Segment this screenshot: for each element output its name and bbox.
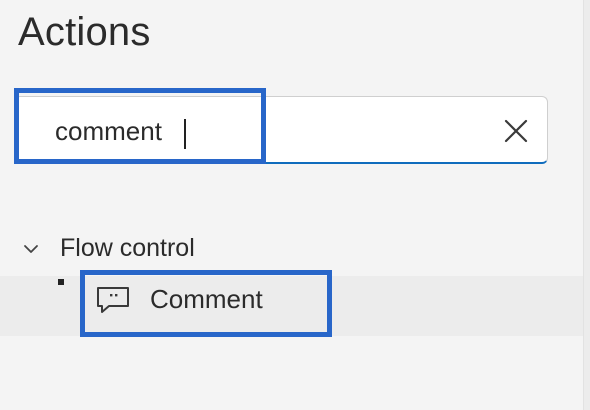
clear-search-button[interactable] (499, 114, 533, 148)
search-box[interactable] (14, 96, 548, 164)
search-input[interactable] (55, 113, 455, 149)
action-label: Comment (150, 284, 263, 314)
bullet-marker (58, 279, 64, 285)
close-icon (504, 119, 528, 143)
action-item-comment[interactable]: Comment (94, 284, 263, 315)
actions-pane: Actions Flow control Commen (0, 0, 590, 410)
category-label: Flow control (60, 234, 195, 262)
panel-title: Actions (18, 10, 151, 54)
text-caret (184, 119, 186, 149)
chevron-down-icon[interactable] (22, 240, 40, 258)
scrollbar-track[interactable] (583, 0, 590, 410)
category-flow-control[interactable]: Flow control (22, 234, 195, 263)
comment-icon (94, 285, 132, 315)
list-item-row (0, 276, 584, 336)
